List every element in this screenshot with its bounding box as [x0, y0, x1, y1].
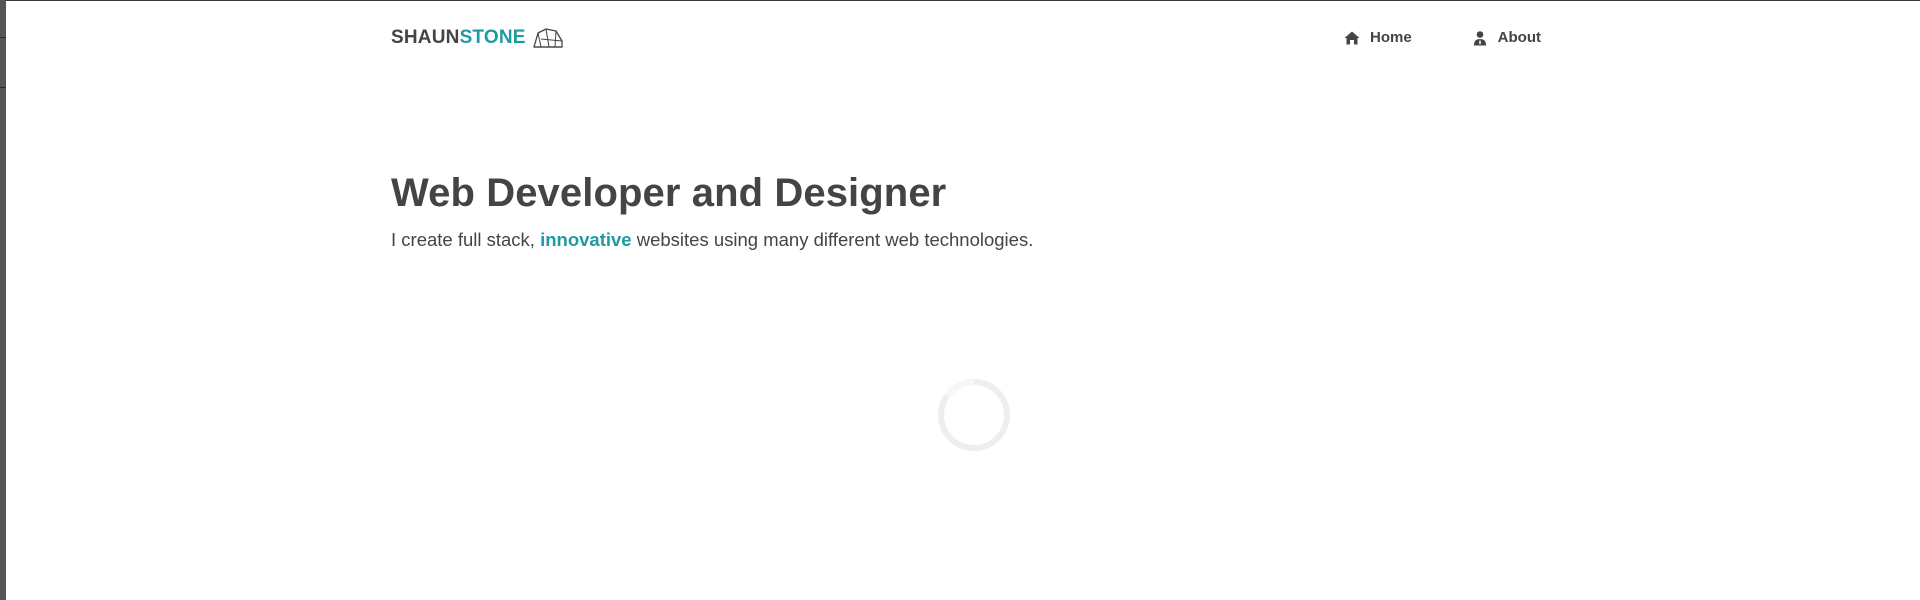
loading-spinner-icon	[938, 378, 1010, 451]
brand-name-part1: SHAUN	[391, 27, 460, 48]
home-icon	[1344, 31, 1360, 44]
nav-about-label: About	[1497, 29, 1541, 46]
main-nav: Home About	[1344, 29, 1541, 46]
nav-home-label: Home	[1369, 29, 1412, 46]
brand-name-part2: STONE	[459, 27, 526, 48]
site-header: SHAUN STONE Home About	[391, 27, 1541, 57]
hero-title: Web Developer and Designer	[391, 171, 947, 215]
hero-subtitle: I create full stack, innovative websites…	[391, 229, 1033, 251]
hero-subtitle-start: I create full stack,	[391, 229, 541, 250]
brand-logo-link[interactable]: SHAUN STONE	[391, 27, 564, 49]
user-icon	[1473, 30, 1486, 45]
page: SHAUN STONE Home About Web Developer and…	[6, 1, 1920, 600]
nav-about-link[interactable]: About	[1472, 29, 1541, 46]
hero-subtitle-end: websites using many different web techno…	[631, 229, 1034, 250]
nav-home-link[interactable]: Home	[1344, 29, 1412, 46]
hero-subtitle-highlight: innovative	[540, 229, 632, 250]
house-outline-icon	[533, 28, 563, 48]
